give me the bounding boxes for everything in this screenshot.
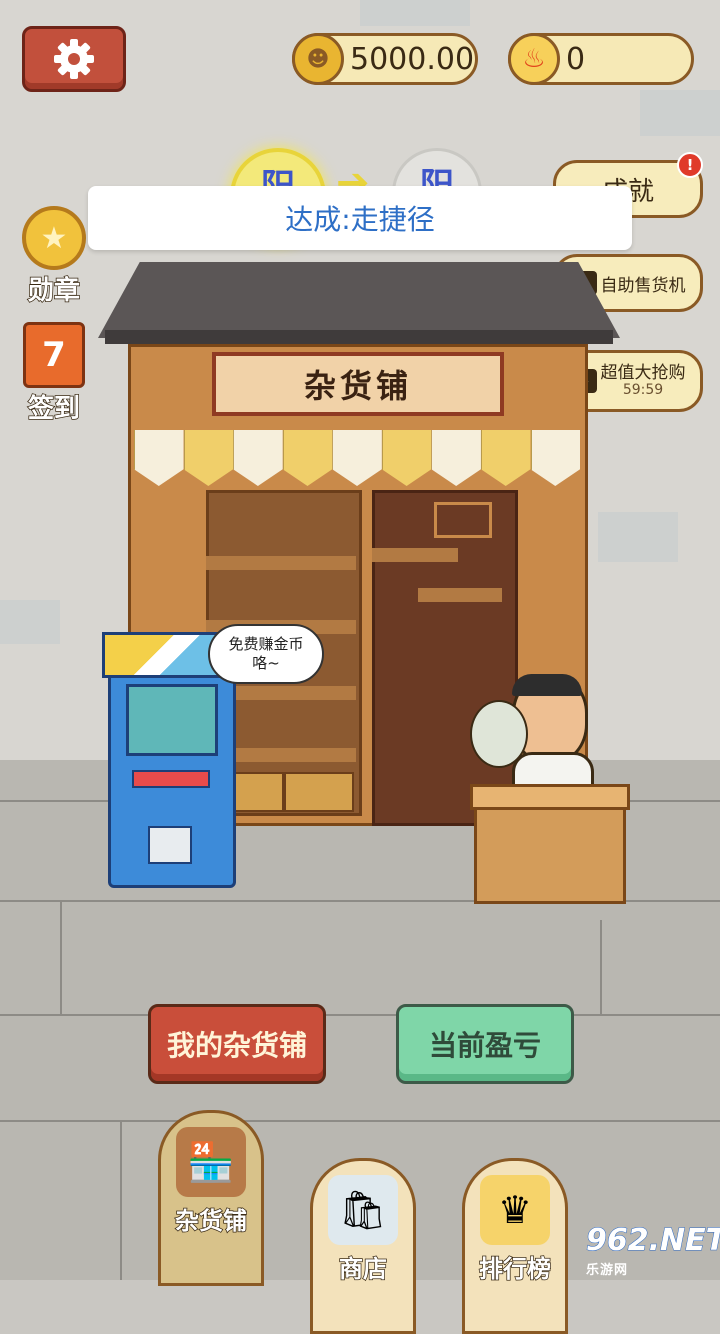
vending-label: 自助售货机 <box>600 275 686 296</box>
deal-timer: 59:59 <box>622 381 664 398</box>
awning-flag <box>480 430 531 486</box>
nav-label-store: 商店 <box>338 1254 388 1284</box>
shop-sign: 杂货铺 <box>212 352 504 416</box>
awning-flag <box>233 430 283 486</box>
awning-flag <box>134 430 184 486</box>
shopkeeper-hair <box>512 674 582 696</box>
wall-patch <box>640 90 720 136</box>
counter-top <box>470 784 630 810</box>
shop-door <box>372 490 518 826</box>
shop-roof <box>98 262 620 338</box>
notification-badge: ! <box>677 152 703 178</box>
floor-line <box>0 1120 720 1122</box>
settings-button[interactable] <box>22 26 126 92</box>
fire-icon: ♨ <box>508 33 560 85</box>
floor-line <box>600 920 602 1014</box>
awning-flag <box>431 430 481 486</box>
awning-flag <box>381 430 432 486</box>
shop-roof-edge <box>105 330 613 344</box>
toast-message: 达成:走捷径 <box>88 186 632 250</box>
nav-label-shop: 杂货铺 <box>174 1206 248 1236</box>
shelf-board <box>206 556 356 570</box>
checkin-button[interactable]: 7 签到 <box>14 322 94 425</box>
fire-value: 0 <box>566 41 586 77</box>
watermark-logo: 962.NET 乐游网 <box>586 1223 720 1278</box>
wall-patch <box>598 512 678 562</box>
speech-line-2: 咯~ <box>252 654 280 672</box>
gear-icon <box>54 39 94 79</box>
shop-awning <box>134 430 581 490</box>
checkin-label: 签到 <box>27 393 81 425</box>
shelf-drawer <box>284 772 354 812</box>
crown-icon: ♛ <box>480 1175 550 1245</box>
awning-flag <box>282 430 333 486</box>
shopping-bag-icon: 🛍 <box>328 1175 398 1245</box>
wall-patch <box>360 0 470 26</box>
coin-value: 5000.00 <box>350 41 475 77</box>
watermark-sub: 乐游网 <box>586 1263 629 1278</box>
arcade-controls <box>132 770 210 788</box>
nav-tab-shop[interactable]: 🏪 杂货铺 <box>158 1110 264 1286</box>
coin-slot-icon <box>148 826 192 864</box>
profit-button[interactable]: 当前盈亏 <box>396 1004 574 1084</box>
floor-line <box>0 1014 720 1016</box>
arcade-screen <box>126 684 218 756</box>
medal-button[interactable]: ★ 勋章 <box>14 206 94 307</box>
nav-tab-rank[interactable]: ♛ 排行榜 <box>462 1158 568 1334</box>
awning-flag <box>183 430 234 486</box>
door-window <box>434 502 492 538</box>
floor-line <box>60 900 62 1014</box>
fire-counter: ♨ 0 <box>508 33 694 85</box>
nav-label-rank: 排行榜 <box>478 1254 552 1284</box>
calendar-icon: 7 <box>23 322 85 388</box>
nav-tab-store[interactable]: 🛍 商店 <box>310 1158 416 1334</box>
storefront-icon: 🏪 <box>176 1127 246 1197</box>
coin-counter: ☻ 5000.00 <box>292 33 478 85</box>
door-shelf <box>418 588 502 602</box>
hand-fan-icon <box>470 700 528 768</box>
floor-line <box>120 1120 122 1280</box>
door-shelf <box>372 548 458 562</box>
watermark-brand: 962.NET <box>586 1223 720 1258</box>
coin-icon: ☻ <box>292 33 344 85</box>
awning-flag <box>530 430 581 486</box>
speech-bubble: 免费赚金币 咯~ <box>208 624 324 684</box>
medal-icon: ★ <box>22 206 86 270</box>
speech-line-1: 免费赚金币 <box>228 635 304 654</box>
medal-label: 勋章 <box>27 275 81 307</box>
wall-patch <box>0 600 60 644</box>
my-shop-button[interactable]: 我的杂货铺 <box>148 1004 326 1084</box>
deal-label: 超值大抢购 <box>600 362 686 383</box>
awning-flag <box>332 430 382 486</box>
